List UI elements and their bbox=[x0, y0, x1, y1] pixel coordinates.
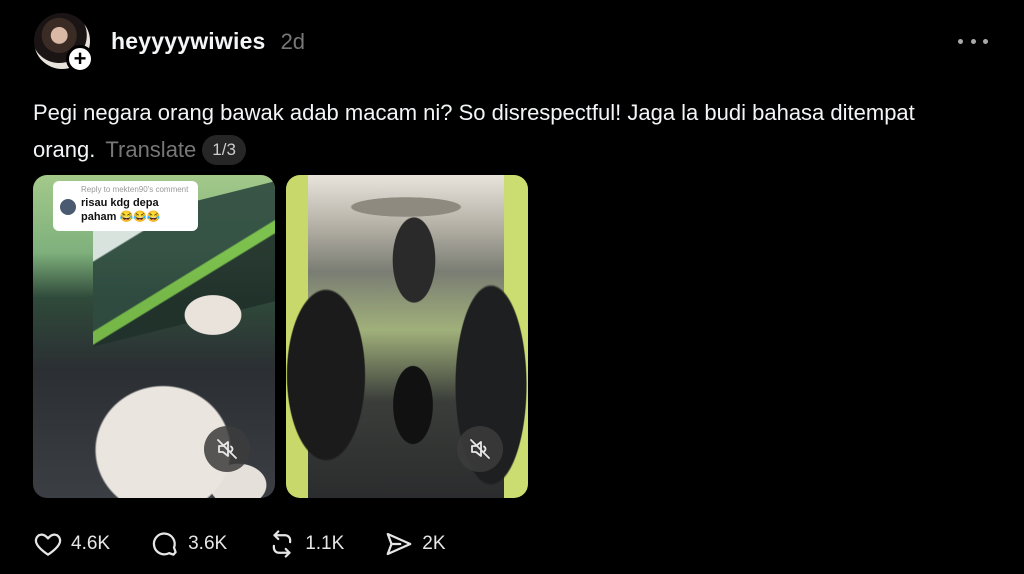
dot bbox=[970, 38, 976, 44]
repost-icon bbox=[272, 530, 292, 558]
comment-count: 3.6K bbox=[188, 533, 228, 554]
repost-button[interactable]: 1.1K bbox=[267, 529, 344, 559]
translate-link[interactable]: Translate bbox=[105, 137, 196, 162]
post-body: Pegi negara orang bawak adab macam ni? S… bbox=[33, 94, 973, 168]
author-avatar-wrap[interactable]: + bbox=[34, 13, 94, 73]
video-frame-background bbox=[316, 187, 496, 227]
reply-text: risau kdg depa paham 😂😂😂 bbox=[81, 197, 161, 223]
share-button[interactable]: 2K bbox=[384, 529, 446, 559]
speaker-muted-icon bbox=[470, 439, 490, 459]
like-count: 4.6K bbox=[71, 533, 111, 554]
share-count: 2K bbox=[422, 533, 446, 554]
video-thumbnail-2[interactable] bbox=[286, 175, 528, 498]
dot bbox=[958, 38, 963, 44]
send-icon bbox=[386, 532, 412, 556]
dot bbox=[983, 38, 988, 44]
repost-count: 1.1K bbox=[305, 533, 345, 554]
more-options-icon[interactable] bbox=[958, 34, 988, 48]
reply-header: Reply to mekten90's comment bbox=[81, 185, 189, 194]
post-action-bar: 4.6K 3.6K 1.1K 2K bbox=[33, 529, 486, 559]
heart-icon bbox=[34, 533, 62, 556]
video-frame-detail bbox=[153, 285, 263, 355]
reply-comment-card: Reply to mekten90's comment risau kdg de… bbox=[53, 181, 198, 231]
follow-plus-icon[interactable]: + bbox=[66, 45, 94, 73]
commenter-avatar bbox=[60, 199, 76, 215]
speaker-muted-icon bbox=[217, 439, 237, 459]
video-thumbnail-1[interactable]: Reply to mekten90's comment risau kdg de… bbox=[33, 175, 275, 498]
username[interactable]: heyyyywiwies bbox=[111, 28, 266, 55]
comment-bubble-icon bbox=[152, 532, 177, 556]
like-button[interactable]: 4.6K bbox=[33, 529, 110, 559]
media-page-indicator: 1/3 bbox=[202, 135, 246, 165]
mute-toggle-button[interactable] bbox=[204, 426, 250, 472]
mute-toggle-button[interactable] bbox=[457, 426, 503, 472]
post-timestamp[interactable]: 2d bbox=[281, 29, 305, 55]
comment-button[interactable]: 3.6K bbox=[150, 529, 227, 559]
post-header: heyyyywiwies 2d bbox=[111, 28, 305, 55]
